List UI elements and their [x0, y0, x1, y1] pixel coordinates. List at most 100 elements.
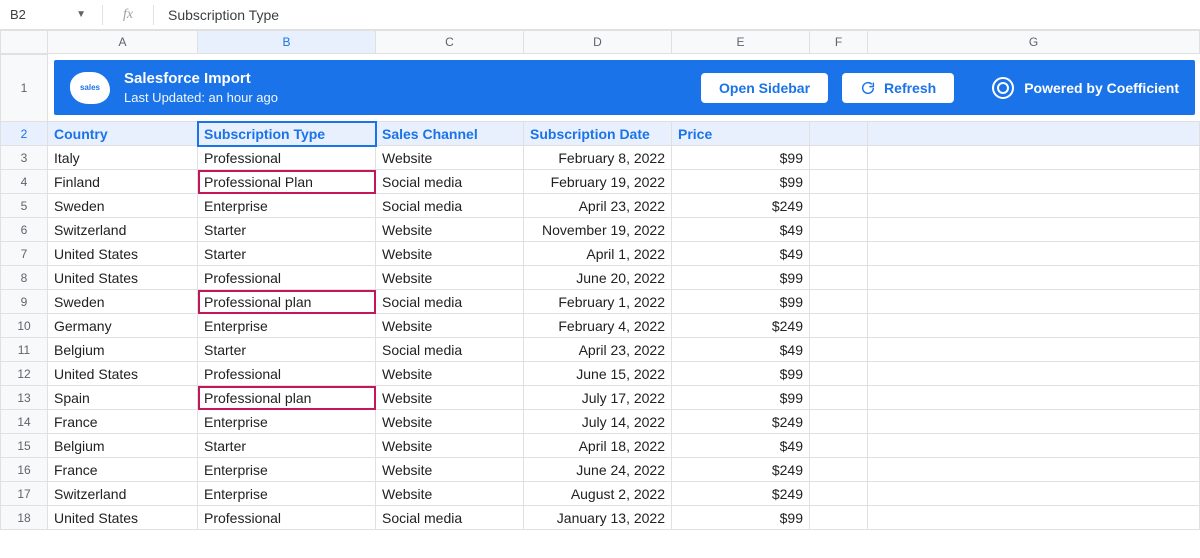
cell-subscription-type[interactable]: Enterprise — [198, 314, 376, 338]
cell-price[interactable]: $99 — [672, 266, 810, 290]
cell-country[interactable]: Germany — [48, 314, 198, 338]
cell-country[interactable]: Belgium — [48, 338, 198, 362]
row-header[interactable]: 5 — [0, 194, 48, 218]
cell-empty[interactable] — [868, 338, 1200, 362]
cell-subscription-date[interactable]: April 18, 2022 — [524, 434, 672, 458]
cell-price[interactable]: $49 — [672, 218, 810, 242]
cell-price[interactable]: $49 — [672, 242, 810, 266]
cell-price[interactable]: $49 — [672, 338, 810, 362]
cell-country[interactable]: Italy — [48, 146, 198, 170]
cell-empty[interactable] — [810, 266, 868, 290]
cell-subscription-type[interactable]: Professional — [198, 506, 376, 530]
row-header[interactable]: 11 — [0, 338, 48, 362]
row-header[interactable]: 1 — [0, 54, 48, 122]
row-header[interactable]: 14 — [0, 410, 48, 434]
cell-subscription-type[interactable]: Starter — [198, 218, 376, 242]
cell-country[interactable]: Sweden — [48, 290, 198, 314]
header-country[interactable]: Country — [48, 122, 198, 146]
cell-subscription-type[interactable]: Professional — [198, 266, 376, 290]
cell-empty[interactable] — [868, 410, 1200, 434]
header-subscription-date[interactable]: Subscription Date — [524, 122, 672, 146]
cell-empty[interactable] — [868, 482, 1200, 506]
cell-subscription-date[interactable]: April 23, 2022 — [524, 194, 672, 218]
cell-country[interactable]: United States — [48, 242, 198, 266]
cell-sales-channel[interactable]: Social media — [376, 506, 524, 530]
row-header[interactable]: 6 — [0, 218, 48, 242]
cell-subscription-type[interactable]: Professional Plan — [198, 170, 376, 194]
cell-empty[interactable] — [868, 170, 1200, 194]
cell-subscription-type[interactable]: Professional plan — [198, 386, 376, 410]
open-sidebar-button[interactable]: Open Sidebar — [701, 73, 828, 103]
cell-price[interactable]: $249 — [672, 314, 810, 338]
header-subscription-type[interactable]: Subscription Type — [198, 122, 376, 146]
cell-empty[interactable] — [868, 290, 1200, 314]
cell-sales-channel[interactable]: Website — [376, 218, 524, 242]
cell-empty[interactable] — [810, 170, 868, 194]
cell-empty[interactable] — [868, 194, 1200, 218]
cell-empty[interactable] — [810, 194, 868, 218]
cell-price[interactable]: $99 — [672, 170, 810, 194]
row-header[interactable]: 9 — [0, 290, 48, 314]
cell-subscription-date[interactable]: August 2, 2022 — [524, 482, 672, 506]
cell-empty[interactable] — [868, 314, 1200, 338]
cell-sales-channel[interactable]: Website — [376, 362, 524, 386]
cell-empty[interactable] — [810, 434, 868, 458]
cell-subscription-type[interactable]: Enterprise — [198, 410, 376, 434]
cell-empty[interactable] — [810, 338, 868, 362]
cell-sales-channel[interactable]: Website — [376, 266, 524, 290]
cell-sales-channel[interactable]: Website — [376, 458, 524, 482]
cell-subscription-date[interactable]: February 1, 2022 — [524, 290, 672, 314]
powered-by[interactable]: Powered by Coefficient — [992, 77, 1179, 99]
cell-price[interactable]: $99 — [672, 506, 810, 530]
cell-empty[interactable] — [868, 242, 1200, 266]
column-header-d[interactable]: D — [524, 31, 672, 53]
cell-country[interactable]: France — [48, 410, 198, 434]
cell-subscription-date[interactable]: June 15, 2022 — [524, 362, 672, 386]
row-header[interactable]: 13 — [0, 386, 48, 410]
cell-subscription-type[interactable]: Starter — [198, 338, 376, 362]
header-empty-f[interactable] — [810, 122, 868, 146]
header-price[interactable]: Price — [672, 122, 810, 146]
cell-country[interactable]: United States — [48, 266, 198, 290]
cell-empty[interactable] — [868, 386, 1200, 410]
row-header[interactable]: 2 — [0, 122, 48, 146]
cell-country[interactable]: Belgium — [48, 434, 198, 458]
cell-subscription-type[interactable]: Enterprise — [198, 458, 376, 482]
cell-subscription-type[interactable]: Enterprise — [198, 194, 376, 218]
cell-subscription-type[interactable]: Professional — [198, 362, 376, 386]
cell-subscription-date[interactable]: April 23, 2022 — [524, 338, 672, 362]
column-header-c[interactable]: C — [376, 31, 524, 53]
cell-empty[interactable] — [810, 506, 868, 530]
row-header[interactable]: 10 — [0, 314, 48, 338]
cell-price[interactable]: $249 — [672, 458, 810, 482]
row-header[interactable]: 8 — [0, 266, 48, 290]
cell-empty[interactable] — [868, 266, 1200, 290]
cell-sales-channel[interactable]: Social media — [376, 194, 524, 218]
cell-subscription-date[interactable]: February 8, 2022 — [524, 146, 672, 170]
cell-subscription-type[interactable]: Enterprise — [198, 482, 376, 506]
cell-price[interactable]: $99 — [672, 362, 810, 386]
cell-sales-channel[interactable]: Website — [376, 314, 524, 338]
cell-sales-channel[interactable]: Website — [376, 434, 524, 458]
cell-subscription-date[interactable]: June 24, 2022 — [524, 458, 672, 482]
row-header[interactable]: 12 — [0, 362, 48, 386]
cell-empty[interactable] — [810, 146, 868, 170]
cell-country[interactable]: Spain — [48, 386, 198, 410]
cell-empty[interactable] — [810, 482, 868, 506]
cell-country[interactable]: Finland — [48, 170, 198, 194]
cell-subscription-date[interactable]: January 13, 2022 — [524, 506, 672, 530]
cell-price[interactable]: $99 — [672, 386, 810, 410]
cell-subscription-date[interactable]: April 1, 2022 — [524, 242, 672, 266]
column-header-a[interactable]: A — [48, 31, 198, 53]
header-sales-channel[interactable]: Sales Channel — [376, 122, 524, 146]
cell-empty[interactable] — [810, 362, 868, 386]
cell-empty[interactable] — [868, 458, 1200, 482]
cell-price[interactable]: $99 — [672, 146, 810, 170]
cell-empty[interactable] — [868, 434, 1200, 458]
cell-subscription-type[interactable]: Professional plan — [198, 290, 376, 314]
cell-subscription-type[interactable]: Starter — [198, 242, 376, 266]
cell-empty[interactable] — [868, 218, 1200, 242]
row-header[interactable]: 3 — [0, 146, 48, 170]
cell-subscription-date[interactable]: February 19, 2022 — [524, 170, 672, 194]
cell-country[interactable]: France — [48, 458, 198, 482]
